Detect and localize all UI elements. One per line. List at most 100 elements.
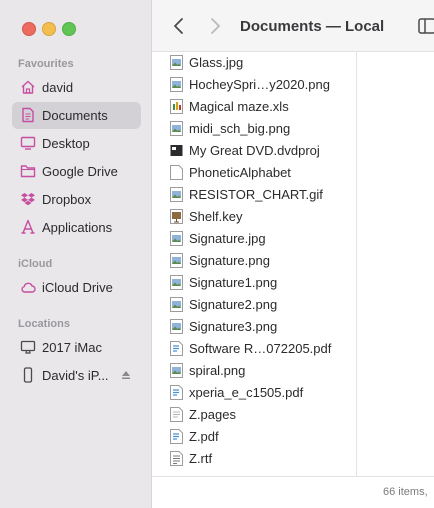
file-name: Signature3.png <box>189 319 278 334</box>
file-name: xperia_e_c1505.pdf <box>189 385 304 400</box>
file-name: Shelf.key <box>189 209 243 224</box>
eject-icon[interactable] <box>121 370 131 380</box>
close-window-button[interactable] <box>22 22 36 36</box>
sidebar-item-david[interactable]: david <box>12 74 141 101</box>
file-row[interactable]: Signature3.png <box>152 316 357 338</box>
sidebar-item-label: Dropbox <box>42 192 92 207</box>
status-bar: 66 items, <box>152 476 434 508</box>
image-file-icon <box>170 253 183 268</box>
sidebar-item-desktop[interactable]: Desktop <box>12 130 141 157</box>
pages-file-icon <box>170 407 183 422</box>
sidebar-item-label: Desktop <box>42 136 90 151</box>
file-name: RESISTOR_CHART.gif <box>189 187 323 202</box>
file-row[interactable]: HocheySpri…y2020.png <box>152 74 357 96</box>
file-row[interactable]: Z.rtf <box>152 448 357 470</box>
image-file-icon <box>170 55 183 70</box>
file-name: Z.pages <box>189 407 236 422</box>
imac-icon <box>20 340 36 354</box>
applications-icon <box>21 219 35 234</box>
file-row[interactable]: Signature.jpg <box>152 228 357 250</box>
sidebar-item-label: Documents <box>42 108 108 123</box>
forward-chevron-icon[interactable] <box>208 17 222 35</box>
file-row[interactable]: midi_sch_big.png <box>152 118 357 140</box>
file-row[interactable]: xperia_e_c1505.pdf <box>152 382 357 404</box>
image-file-icon <box>170 121 183 136</box>
file-row[interactable]: RESISTOR_CHART.gif <box>152 184 357 206</box>
zoom-window-button[interactable] <box>62 22 76 36</box>
document-icon <box>22 107 34 123</box>
window-title: Documents — Local <box>240 18 385 35</box>
file-name: My Great DVD.dvdproj <box>189 143 320 158</box>
file-row[interactable]: Glass.jpg <box>152 52 357 74</box>
column-divider[interactable] <box>356 52 357 476</box>
cloud-icon <box>21 282 36 293</box>
file-name: PhoneticAlphabet <box>189 165 291 180</box>
sidebar-item-label: David's iP... <box>42 368 109 383</box>
file-row[interactable]: spiral.png <box>152 360 357 382</box>
desktop-icon <box>20 136 36 150</box>
file-list: Glass.jpg HocheySpri…y2020.png Magical maz… <box>152 52 357 476</box>
back-chevron-icon[interactable] <box>172 17 186 35</box>
file-name: Signature1.png <box>189 275 278 290</box>
sidebar-item-label: Google Drive <box>42 164 118 179</box>
rtf-file-icon <box>170 451 183 466</box>
sidebar-section-favourites-title: Favourites <box>18 58 74 70</box>
file-name: Z.pdf <box>189 429 219 444</box>
folder-icon <box>20 165 36 178</box>
sidebar-section-locations-title: Locations <box>18 318 70 330</box>
file-name: midi_sch_big.png <box>189 121 291 136</box>
file-row[interactable]: Magical maze.xls <box>152 96 357 118</box>
file-row[interactable]: Signature1.png <box>152 272 357 294</box>
sidebar-item-icloud-drive[interactable]: iCloud Drive <box>12 274 141 301</box>
column-view-icon[interactable] <box>418 18 434 34</box>
file-row[interactable]: Signature2.png <box>152 294 357 316</box>
sidebar-item-davids-iphone[interactable]: David's iP... <box>12 362 141 389</box>
sidebar-item-dropbox[interactable]: Dropbox <box>12 186 141 213</box>
sidebar-item-label: iCloud Drive <box>42 280 113 295</box>
pdf-file-icon <box>170 341 183 356</box>
keynote-file-icon <box>170 209 183 224</box>
sidebar-item-label: 2017 iMac <box>42 340 102 355</box>
file-name: Signature.png <box>189 253 270 268</box>
file-row[interactable]: My Great DVD.dvdproj <box>152 140 357 162</box>
finder-window: Favourites david Documents Desktop Googl… <box>0 0 434 508</box>
image-file-icon <box>170 187 183 202</box>
iphone-icon <box>23 367 33 383</box>
sidebar-item-2017-imac[interactable]: 2017 iMac <box>12 334 141 361</box>
file-row[interactable]: Shelf.key <box>152 206 357 228</box>
file-name: Software R…072205.pdf <box>189 341 332 356</box>
sidebar-section-icloud-title: iCloud <box>18 258 53 270</box>
file-name: Signature2.png <box>189 297 278 312</box>
file-name: Z.rtf <box>189 451 213 466</box>
file-row[interactable]: Z.pdf <box>152 426 357 448</box>
image-file-icon <box>170 363 183 378</box>
file-name: Signature.jpg <box>189 231 266 246</box>
sidebar-item-documents[interactable]: Documents <box>12 102 141 129</box>
image-file-icon <box>170 231 183 246</box>
file-row[interactable]: PhoneticAlphabet <box>152 162 357 184</box>
dropbox-icon <box>21 193 35 206</box>
spreadsheet-file-icon <box>170 99 183 114</box>
file-row[interactable]: Signature.png <box>152 250 357 272</box>
sidebar-item-label: Applications <box>42 220 113 235</box>
sidebar-item-google-drive[interactable]: Google Drive <box>12 158 141 185</box>
sidebar: Favourites david Documents Desktop Googl… <box>0 0 152 508</box>
sidebar-item-label: david <box>42 80 74 95</box>
home-icon <box>21 80 35 94</box>
sidebar-item-applications[interactable]: Applications <box>12 214 141 241</box>
file-row[interactable]: Z.pages <box>152 404 357 426</box>
item-count: 66 items, <box>383 486 428 498</box>
dvd-project-icon <box>170 145 183 156</box>
file-name: HocheySpri…y2020.png <box>189 77 330 92</box>
image-file-icon <box>170 297 183 312</box>
file-row[interactable]: Software R…072205.pdf <box>152 338 357 360</box>
image-file-icon <box>170 77 183 92</box>
document-file-icon <box>170 165 183 180</box>
file-name: spiral.png <box>189 363 246 378</box>
image-file-icon <box>170 275 183 290</box>
image-file-icon <box>170 319 183 334</box>
minimize-window-button[interactable] <box>42 22 56 36</box>
pdf-file-icon <box>170 429 183 444</box>
toolbar: Documents — Local <box>152 0 434 52</box>
file-name: Glass.jpg <box>189 55 244 70</box>
